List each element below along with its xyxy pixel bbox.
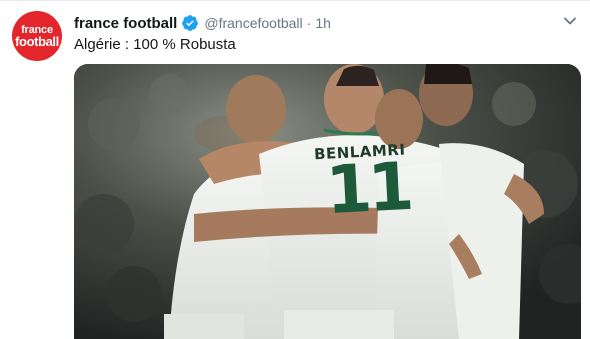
avatar-logo-line2: football bbox=[15, 34, 59, 49]
chevron-down-icon[interactable] bbox=[562, 13, 578, 29]
tweet-text: Algérie : 100 % Robusta bbox=[74, 36, 236, 53]
tweet-header: france football @francefootball · 1h bbox=[74, 13, 331, 33]
timestamp[interactable]: 1h bbox=[315, 15, 331, 31]
tweet-card[interactable]: france football france football @francef… bbox=[0, 0, 590, 339]
handle[interactable]: @francefootball bbox=[204, 15, 302, 31]
display-name[interactable]: france football bbox=[74, 15, 177, 32]
avatar[interactable]: france football bbox=[12, 11, 62, 61]
separator-dot: · bbox=[306, 15, 312, 31]
verified-badge-icon bbox=[181, 14, 199, 32]
tweet-photo[interactable]: BENLAMRI 11 bbox=[74, 64, 581, 339]
jersey-number-text: 11 bbox=[324, 147, 412, 230]
